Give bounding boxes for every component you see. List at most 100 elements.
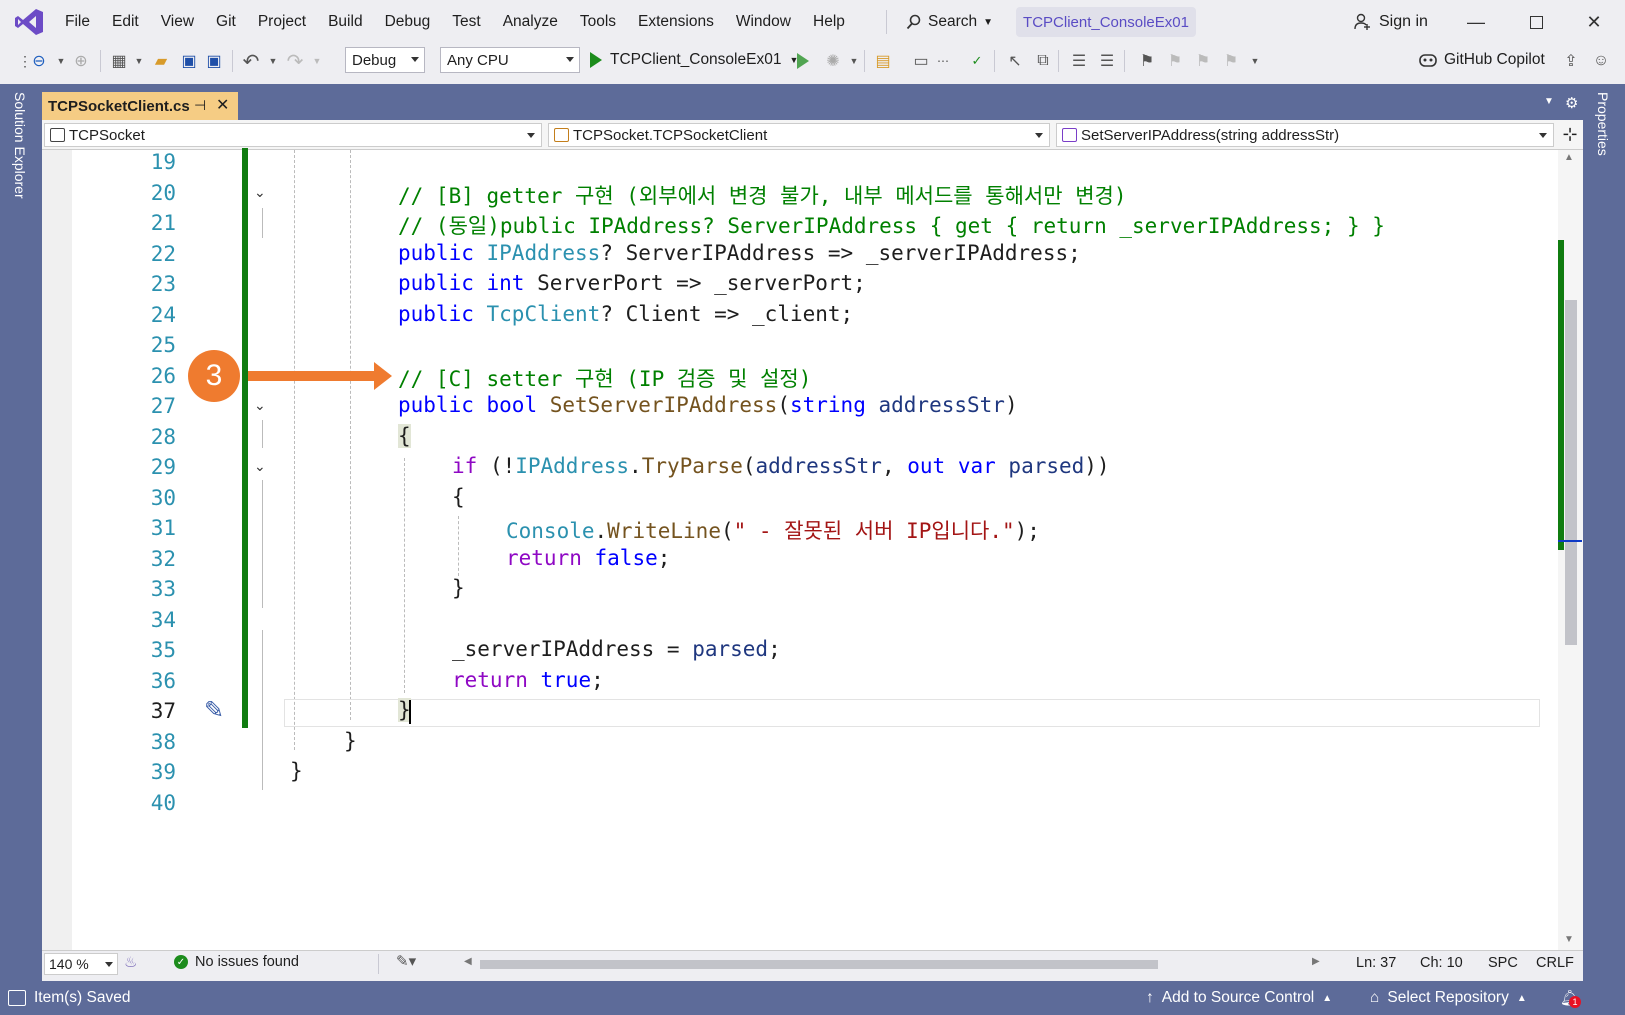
new-project-icon[interactable]: ▦: [108, 50, 130, 72]
split-window-icon[interactable]: ⊹: [1560, 124, 1580, 146]
menu-test[interactable]: Test: [441, 13, 491, 31]
share-icon[interactable]: ⇪: [1560, 50, 1582, 72]
menu-window[interactable]: Window: [725, 13, 802, 31]
bookmark-icon[interactable]: ⚑: [1136, 50, 1158, 72]
notifications-button[interactable]: 🔔︎1: [1560, 989, 1581, 1008]
menu-edit[interactable]: Edit: [101, 13, 150, 31]
hot-reload-icon[interactable]: ✺: [822, 50, 844, 72]
line-indicator[interactable]: Ln: 37: [1356, 955, 1396, 971]
menu-git[interactable]: Git: [205, 13, 247, 31]
menu-analyze[interactable]: Analyze: [492, 13, 569, 31]
visual-studio-logo-icon[interactable]: [14, 8, 44, 36]
collapse-chevron-icon[interactable]: ⌄: [254, 397, 266, 414]
sign-in-button[interactable]: Sign in: [1353, 8, 1428, 36]
layout-icon[interactable]: ▭: [910, 50, 932, 72]
scroll-up-icon[interactable]: ▲: [1564, 152, 1574, 163]
member-dropdown[interactable]: SetServerIPAddress(string addressStr): [1056, 123, 1554, 147]
redo-icon[interactable]: ↷: [284, 50, 306, 73]
tab-tcpsocketclient[interactable]: TCPSocketClient.cs ⊣ ✕: [42, 92, 238, 120]
undo-icon[interactable]: ↶: [240, 50, 262, 73]
scroll-down-icon[interactable]: ▼: [1564, 934, 1574, 945]
intellicode-icon[interactable]: ♨: [124, 953, 137, 971]
select-repository-button[interactable]: ⌂ Select Repository ▲: [1370, 989, 1527, 1007]
collapse-chevron-icon[interactable]: ⌄: [254, 184, 266, 201]
settings-gear-icon[interactable]: ⚙: [1565, 94, 1578, 112]
quick-actions-screwdriver-icon[interactable]: ✎: [204, 696, 224, 725]
spacing-indicator[interactable]: SPC: [1488, 955, 1518, 971]
menu-bar: File Edit View Git Project Build Debug T…: [54, 0, 856, 44]
outdent-icon[interactable]: ☰: [1096, 50, 1118, 72]
overflow-icon[interactable]: ⋯: [932, 50, 954, 72]
menu-help[interactable]: Help: [802, 13, 856, 31]
maximize-button[interactable]: [1514, 6, 1558, 38]
select-tool-icon[interactable]: ⧉: [1032, 50, 1054, 72]
spell-check-icon[interactable]: ✓: [966, 50, 988, 72]
class-dropdown[interactable]: TCPSocket.TCPSocketClient: [548, 123, 1050, 147]
minimize-button[interactable]: —: [1454, 6, 1498, 38]
code-line-30: {: [452, 485, 465, 509]
project-dropdown[interactable]: TCPSocket: [44, 123, 542, 147]
line-number: 26: [150, 364, 176, 388]
zoom-select[interactable]: 140 %: [44, 953, 118, 975]
start-debugging-button[interactable]: TCPClient_ConsoleEx01 ▼: [590, 47, 798, 73]
chevron-down-icon[interactable]: ▼: [262, 50, 284, 72]
bookmark-next-icon[interactable]: ⚑: [1192, 50, 1214, 72]
pin-icon[interactable]: ⊣: [194, 97, 206, 114]
menu-file[interactable]: File: [54, 13, 101, 31]
bookmark-clear-icon[interactable]: ⚑: [1220, 50, 1242, 72]
platform-select[interactable]: Any CPU: [440, 47, 580, 73]
indent-icon[interactable]: ☰: [1068, 50, 1090, 72]
add-to-source-control-button[interactable]: ↑ Add to Source Control ▲: [1146, 989, 1332, 1007]
collapse-chevron-icon[interactable]: ⌄: [254, 458, 266, 475]
open-folder-icon[interactable]: ▰: [150, 50, 172, 72]
menu-project[interactable]: Project: [247, 13, 317, 31]
chevron-down-icon[interactable]: ▼: [306, 50, 328, 72]
menu-view[interactable]: View: [150, 13, 205, 31]
column-indicator[interactable]: Ch: 10: [1420, 955, 1463, 971]
solution-name-badge[interactable]: TCPClient_ConsoleEx01: [1016, 7, 1196, 37]
scroll-right-icon[interactable]: ▶: [1312, 956, 1320, 967]
github-copilot-button[interactable]: GitHub Copilot: [1418, 47, 1545, 73]
code-line-20: // [B] getter 구현 (외부에서 변경 불가, 내부 메서드를 통해…: [398, 184, 1127, 208]
class-icon: [554, 128, 569, 142]
chevron-down-icon[interactable]: ▼: [50, 50, 72, 72]
chevron-down-icon[interactable]: ▼: [843, 50, 865, 72]
indent-guide: [404, 458, 405, 693]
horizontal-scroll-thumb[interactable]: [480, 960, 1158, 969]
scroll-left-icon[interactable]: ◀: [464, 956, 472, 967]
menu-debug[interactable]: Debug: [374, 13, 442, 31]
code-editor[interactable]: [42, 150, 1583, 950]
chevron-down-icon[interactable]: ▼: [128, 50, 150, 72]
search-button[interactable]: Search ▼: [906, 8, 993, 36]
menu-tools[interactable]: Tools: [569, 13, 627, 31]
line-ending-indicator[interactable]: CRLF: [1536, 955, 1574, 971]
configuration-select[interactable]: Debug: [345, 47, 425, 73]
properties-tab[interactable]: Properties: [1595, 92, 1611, 156]
menu-extensions[interactable]: Extensions: [627, 13, 725, 31]
close-window-button[interactable]: ✕: [1572, 6, 1616, 38]
solution-explorer-tab[interactable]: Solution Explorer: [12, 92, 28, 199]
sign-in-label: Sign in: [1379, 13, 1428, 30]
menu-build[interactable]: Build: [317, 13, 373, 31]
code-line-35: _serverIPAddress = parsed;: [452, 637, 781, 661]
save-all-icon[interactable]: ▣: [203, 50, 225, 72]
start-without-debugging-icon[interactable]: [792, 50, 814, 72]
chevron-down-icon[interactable]: ▼: [1244, 50, 1266, 72]
navigate-forward-icon[interactable]: ⊕: [70, 50, 92, 72]
line-number: 35: [150, 638, 176, 662]
navigate-back-icon[interactable]: ⊖: [28, 50, 50, 72]
issues-indicator[interactable]: ✓ No issues found: [174, 954, 299, 970]
close-tab-icon[interactable]: ✕: [216, 95, 229, 115]
pointer-icon[interactable]: ↖: [1004, 50, 1026, 72]
vertical-scroll-thumb[interactable]: [1565, 300, 1577, 645]
bookmark-prev-icon[interactable]: ⚑: [1164, 50, 1186, 72]
line-number: 33: [150, 577, 176, 601]
feedback-icon[interactable]: ☺: [1590, 50, 1612, 72]
chevron-down-icon: [527, 133, 535, 138]
solution-explorer-icon[interactable]: ▤: [872, 50, 894, 72]
tab-list-dropdown-icon[interactable]: ▼: [1544, 96, 1554, 107]
toolbar-separator: [864, 50, 865, 72]
code-cleanup-icon[interactable]: ✎▾: [396, 952, 416, 970]
save-icon[interactable]: ▣: [178, 50, 200, 72]
chevron-down-icon: [566, 57, 574, 62]
